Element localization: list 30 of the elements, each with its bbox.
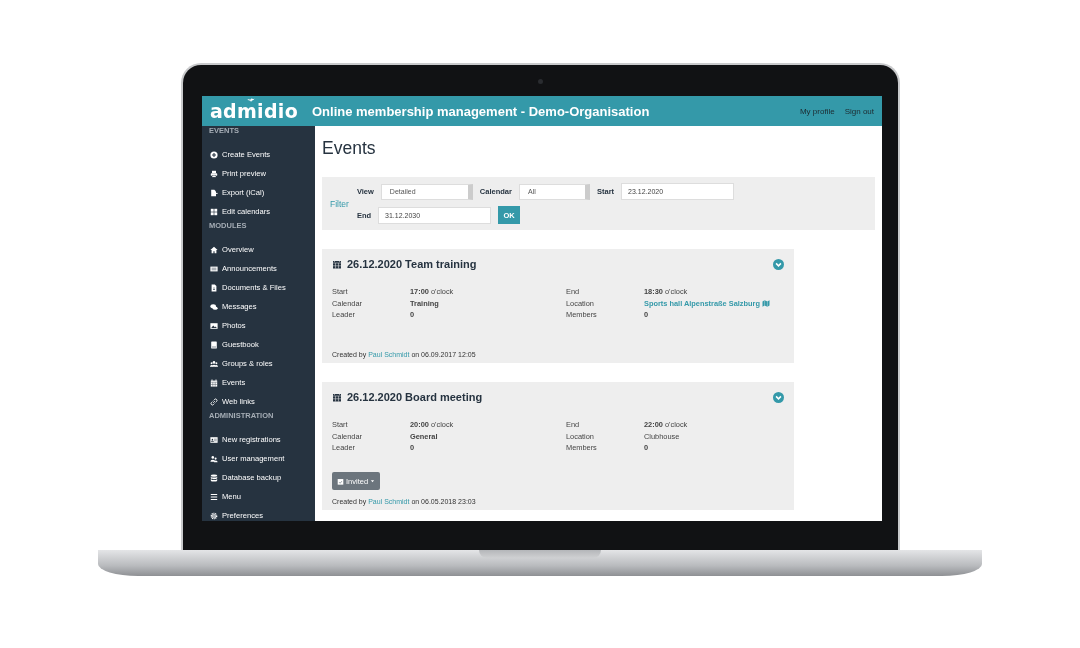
people-icon [210,359,218,368]
card-icon [210,264,218,273]
chat-icon [210,302,218,311]
expand-icon[interactable] [773,391,784,403]
event-title: 26.12.2020 Team training [347,258,478,270]
menu-icon [210,492,218,501]
database-icon [210,473,218,482]
printer-icon [210,169,218,178]
calendar-icon [210,378,218,387]
file-export-icon [210,188,218,197]
id-card-icon [210,435,218,444]
site-title: Online membership management - Demo-Organisation [312,103,651,119]
image-icon [210,321,218,330]
page-title: Events [322,138,376,159]
calendar-icon [332,392,342,402]
expand-icon[interactable] [773,258,784,270]
header-link[interactable]: My profile [799,106,835,116]
link-icon [210,397,218,406]
people-icon [210,454,218,463]
house-icon [210,245,218,254]
event-title: 26.12.2020 Board meeting [347,391,484,403]
calendar-icon [332,259,342,269]
caret-icon [370,479,376,483]
book-icon [210,340,218,349]
document-icon [210,283,218,292]
plus-circle-icon [210,150,218,159]
filter-label: Filter [330,198,349,209]
header-link[interactable]: Sign out [844,106,874,116]
map-icon [761,300,770,307]
calendar-check-icon [337,477,344,485]
